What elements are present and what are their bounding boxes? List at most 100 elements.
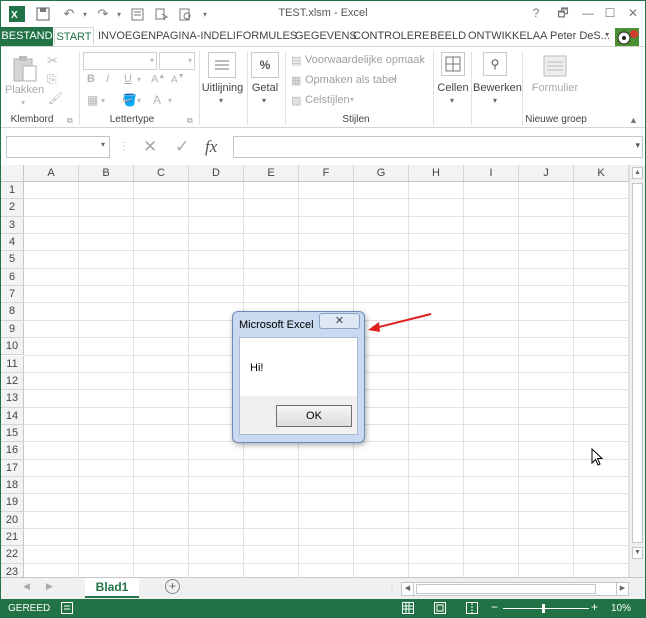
conditional-format-dropdown-icon[interactable]: ▾ xyxy=(420,55,424,64)
name-box-dropdown-icon[interactable]: ▾ xyxy=(101,140,105,149)
sheet-next-icon[interactable]: ▶ xyxy=(46,581,53,592)
vertical-scroll-thumb[interactable] xyxy=(632,183,643,543)
format-table-icon[interactable]: ▦ xyxy=(291,74,301,87)
maximize-button[interactable]: ☐ xyxy=(600,5,620,21)
binoculars-icon[interactable]: ⚲ xyxy=(483,52,507,76)
horizontal-scrollbar[interactable]: ◀ ▶ xyxy=(401,582,629,596)
row-header[interactable]: 21 xyxy=(1,529,24,547)
dialog-close-button[interactable]: ✕ xyxy=(319,313,360,329)
tab-page-layout[interactable]: PAGINA-INDELI xyxy=(156,27,236,46)
conditional-format-button[interactable]: Voorwaardelijke opmaak xyxy=(305,54,425,66)
bold-button[interactable]: B xyxy=(87,73,95,85)
column-header[interactable]: C xyxy=(134,165,189,182)
format-table-button[interactable]: Opmaken als tabel xyxy=(305,74,397,86)
new-sheet-button[interactable]: + xyxy=(165,579,180,594)
vertical-scrollbar[interactable]: ▲ ▼ xyxy=(629,165,645,577)
alignment-dropdown-icon[interactable]: ▾ xyxy=(219,96,223,105)
row-header[interactable]: 7 xyxy=(1,286,24,304)
format-painter-icon[interactable]: 🖌 xyxy=(48,91,63,105)
grow-font-icon[interactable]: A▲ xyxy=(151,73,165,86)
underline-button[interactable]: U xyxy=(124,73,132,85)
row-header[interactable]: 19 xyxy=(1,494,24,512)
select-all-button[interactable] xyxy=(1,165,24,182)
italic-button[interactable]: I xyxy=(106,73,109,85)
row-header[interactable]: 3 xyxy=(1,216,24,235)
scroll-up-icon[interactable]: ▲ xyxy=(632,167,643,179)
tab-view[interactable]: BEELD xyxy=(430,27,466,46)
row-header[interactable]: 10 xyxy=(1,338,24,356)
close-button[interactable]: ✕ xyxy=(623,5,643,21)
underline-dropdown-icon[interactable]: ▾ xyxy=(137,75,141,84)
cell-styles-icon[interactable]: ▨ xyxy=(291,94,301,107)
row-header[interactable]: 13 xyxy=(1,390,24,408)
page-layout-view-icon[interactable] xyxy=(434,602,446,614)
column-header[interactable]: E xyxy=(244,165,299,182)
form-icon[interactable] xyxy=(543,54,567,78)
column-header[interactable]: I xyxy=(464,165,519,182)
cell-styles-button[interactable]: Celstijlen xyxy=(305,94,350,106)
row-header[interactable]: 18 xyxy=(1,476,24,495)
avatar[interactable] xyxy=(615,28,639,46)
help-button[interactable]: ? xyxy=(526,5,546,21)
editing-dropdown-icon[interactable]: ▾ xyxy=(493,96,497,105)
paste-dropdown-icon[interactable]: ▾ xyxy=(21,98,25,107)
scroll-down-icon[interactable]: ▼ xyxy=(632,547,643,559)
row-header[interactable]: 17 xyxy=(1,459,24,477)
cells-dropdown-icon[interactable]: ▾ xyxy=(450,96,454,105)
cells-icon[interactable] xyxy=(441,52,465,76)
format-table-dropdown-icon[interactable]: ▾ xyxy=(393,75,397,84)
form-button-label[interactable]: Formulier xyxy=(529,82,581,94)
copy-icon[interactable]: ⎘ xyxy=(47,72,57,87)
name-box[interactable]: ▾ xyxy=(6,136,110,158)
macro-record-icon[interactable] xyxy=(61,602,73,614)
user-name[interactable]: Peter DeS... xyxy=(550,27,610,45)
row-header[interactable]: 16 xyxy=(1,442,24,460)
row-header[interactable]: 23 xyxy=(1,563,24,577)
number-button-label[interactable]: Getal xyxy=(249,82,281,94)
ribbon-display-options-icon[interactable]: 🗗 xyxy=(553,5,573,21)
fill-color-dropdown-icon[interactable]: ▾ xyxy=(137,96,141,105)
cells-button-label[interactable]: Cellen xyxy=(437,82,469,94)
row-header[interactable]: 8 xyxy=(1,303,24,321)
font-name-combo[interactable]: ▾ xyxy=(83,52,157,70)
font-color-dropdown-icon[interactable]: ▾ xyxy=(168,96,172,105)
column-header[interactable]: B xyxy=(79,165,134,182)
column-header[interactable]: D xyxy=(189,165,244,182)
paste-icon[interactable] xyxy=(12,55,38,83)
row-header[interactable]: 5 xyxy=(1,251,24,269)
row-header[interactable]: 15 xyxy=(1,424,24,443)
column-header[interactable]: H xyxy=(409,165,464,182)
formula-input[interactable]: ▾ xyxy=(233,136,643,158)
page-break-view-icon[interactable] xyxy=(466,602,478,614)
row-header[interactable]: 6 xyxy=(1,268,24,287)
tab-file[interactable]: BESTAND xyxy=(1,27,53,46)
tab-split-grip-icon[interactable]: ⋮ xyxy=(387,581,397,592)
sheet-tab-blad1[interactable]: Blad1 xyxy=(85,578,139,598)
number-format-icon[interactable]: % xyxy=(251,52,279,78)
borders-dropdown-icon[interactable]: ▾ xyxy=(101,96,105,105)
tab-data[interactable]: GEGEVENS xyxy=(295,27,357,46)
zoom-out-icon[interactable]: − xyxy=(491,600,498,614)
row-header[interactable]: 1 xyxy=(1,182,24,200)
sheet-prev-icon[interactable]: ◀ xyxy=(23,581,30,592)
font-color-button[interactable]: A xyxy=(153,93,161,107)
tab-home[interactable]: START xyxy=(54,27,94,46)
conditional-format-icon[interactable]: ▤ xyxy=(291,54,301,67)
zoom-level[interactable]: 10% xyxy=(611,603,631,614)
row-header[interactable]: 2 xyxy=(1,199,24,217)
tab-formulas[interactable]: FORMULES xyxy=(236,27,297,46)
row-header[interactable]: 11 xyxy=(1,355,24,373)
alignment-button-label[interactable]: Uitlijning xyxy=(201,82,244,94)
font-launcher-icon[interactable]: ⧉ xyxy=(187,116,193,126)
row-header[interactable]: 22 xyxy=(1,546,24,564)
normal-view-icon[interactable] xyxy=(402,602,414,614)
column-header[interactable]: G xyxy=(354,165,409,182)
zoom-slider-thumb[interactable] xyxy=(542,604,545,613)
alignment-icon[interactable] xyxy=(208,52,236,78)
zoom-in-icon[interactable]: + xyxy=(591,600,598,614)
insert-function-button[interactable]: fx xyxy=(205,137,217,157)
editing-button-label[interactable]: Bewerken xyxy=(473,82,522,94)
row-header[interactable]: 9 xyxy=(1,320,24,339)
ok-button[interactable]: OK xyxy=(276,405,352,427)
borders-icon[interactable]: ▦ xyxy=(87,93,98,107)
